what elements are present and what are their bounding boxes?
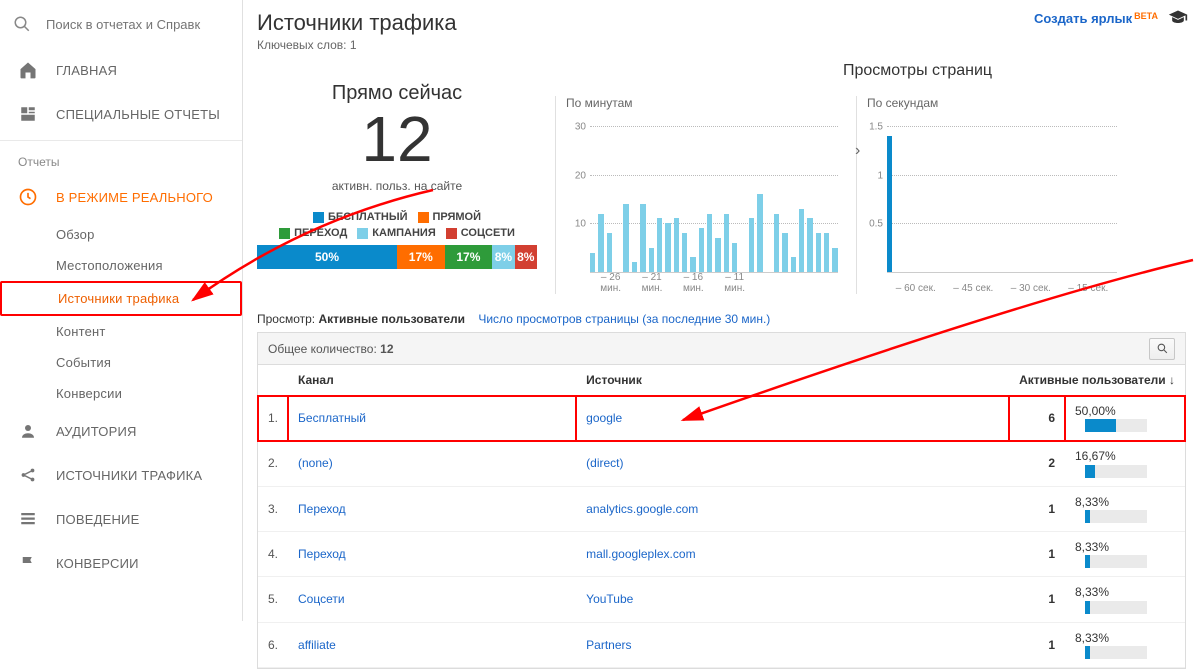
home-icon [18, 60, 38, 80]
nav-behavior-label: ПОВЕДЕНИЕ [56, 512, 139, 527]
nav-home-label: ГЛАВНАЯ [56, 63, 117, 78]
per-second-panel: › По секундам 1.5 1 0.5 – 60 сек. – 45 с… [856, 96, 1117, 294]
legend: БЕСПЛАТНЫЙ ПРЯМОЙ ПЕРЕХОД КАМПАНИЯ СОЦСЕ… [257, 211, 537, 269]
table-search-button[interactable] [1149, 338, 1175, 360]
nav-custom-label: СПЕЦИАЛЬНЫЕ ОТЧЕТЫ [56, 107, 220, 122]
nav-acquisition-label: ИСТОЧНИКИ ТРАФИКА [56, 468, 202, 483]
top-links: Создать ярлыкBETA [1034, 8, 1188, 28]
nav-sub-content[interactable]: Контент [0, 316, 242, 347]
total-label: Общее количество: [268, 342, 377, 356]
nav-conversions-label: КОНВЕРСИИ [56, 556, 139, 571]
per-minute-chart: 30 20 10 – 26 мин. – 21 мин. – 16 мин. –… [566, 114, 838, 294]
dashboard-icon [18, 104, 38, 124]
nav-home[interactable]: ГЛАВНАЯ [0, 48, 242, 92]
page-subtitle: Ключевых слов: 1 [257, 38, 1186, 52]
table-row[interactable]: 6.affiliatePartners18,33% [258, 622, 1185, 667]
total-value: 12 [380, 342, 393, 356]
share-icon [18, 465, 38, 485]
table-row[interactable]: 5.СоцсетиYouTube18,33% [258, 577, 1185, 622]
nav-sub-events[interactable]: События [0, 347, 242, 378]
nav-sub-locations[interactable]: Местоположения [0, 250, 242, 281]
nav-acquisition[interactable]: ИСТОЧНИКИ ТРАФИКА [0, 453, 242, 497]
nav-sub-conversions[interactable]: Конверсии [0, 378, 242, 409]
table-row[interactable]: 4.Переходmall.googleplex.com18,33% [258, 531, 1185, 576]
view-pageviews-link[interactable]: Число просмотров страницы (за последние … [478, 312, 770, 326]
divider [0, 140, 242, 141]
col-source[interactable]: Источник [576, 365, 1009, 396]
chevron-right-icon[interactable]: › [855, 142, 860, 160]
person-icon [18, 421, 38, 441]
traffic-sources-table: Общее количество: 12 Канал Источник Акти… [257, 332, 1186, 669]
sidebar: ГЛАВНАЯ СПЕЦИАЛЬНЫЕ ОТЧЕТЫ Отчеты В РЕЖИ… [0, 0, 243, 621]
per-minute-panel: По минутам 30 20 10 – 26 мин. – 21 мин. … [555, 96, 838, 294]
search-input[interactable] [46, 17, 206, 32]
reports-group-label: Отчеты [0, 145, 242, 175]
col-active-users[interactable]: Активные пользователи ↓ [1009, 365, 1185, 396]
right-now-title: Прямо сейчас [257, 82, 537, 105]
main-content: Создать ярлыкBETA Источники трафика Ключ… [243, 0, 1200, 621]
per-minute-label: По минутам [566, 96, 838, 110]
beta-badge: BETA [1134, 11, 1158, 21]
search-icon [12, 14, 32, 34]
col-channel[interactable]: Канал [288, 365, 576, 396]
search-row [0, 0, 242, 48]
pageviews-header: Просмотры страниц [843, 62, 992, 80]
nav-sub-traffic-sources[interactable]: Источники трафика [0, 281, 242, 316]
traffic-split-bar: 50% 17% 17% 8% 8% [257, 245, 537, 269]
nav-realtime-label: В РЕЖИМЕ РЕАЛЬНОГО [56, 190, 213, 205]
nav-behavior[interactable]: ПОВЕДЕНИЕ [0, 497, 242, 541]
table-row[interactable]: 3.Переходanalytics.google.com18,33% [258, 486, 1185, 531]
right-now-card: Прямо сейчас 12 активн. польз. на сайте … [257, 76, 537, 269]
per-second-label: По секундам [867, 96, 1117, 110]
nav-realtime[interactable]: В РЕЖИМЕ РЕАЛЬНОГО [0, 175, 242, 219]
nav-custom-reports[interactable]: СПЕЦИАЛЬНЫЕ ОТЧЕТЫ [0, 92, 242, 136]
flag-icon [18, 553, 38, 573]
per-second-chart: 1.5 1 0.5 – 60 сек. – 45 сек. – 30 сек. … [867, 114, 1117, 294]
right-now-caption: активн. польз. на сайте [257, 179, 537, 193]
table-row[interactable]: 1.Бесплатныйgoogle650,00% [258, 396, 1185, 441]
nav-audience[interactable]: АУДИТОРИЯ [0, 409, 242, 453]
right-now-value: 12 [257, 107, 537, 171]
view-active-users[interactable]: Активные пользователи [318, 312, 465, 326]
nav-audience-label: АУДИТОРИЯ [56, 424, 137, 439]
graduation-cap-icon[interactable] [1168, 8, 1188, 28]
list-icon [18, 509, 38, 529]
nav-sub-overview[interactable]: Обзор [0, 219, 242, 250]
create-shortcut-link[interactable]: Создать ярлыкBETA [1034, 11, 1158, 26]
table-row[interactable]: 2.(none)(direct)216,67% [258, 441, 1185, 486]
nav-conversions[interactable]: КОНВЕРСИИ [0, 541, 242, 585]
view-mode-row: Просмотр: Активные пользователи Число пр… [257, 312, 1186, 326]
clock-icon [18, 187, 38, 207]
